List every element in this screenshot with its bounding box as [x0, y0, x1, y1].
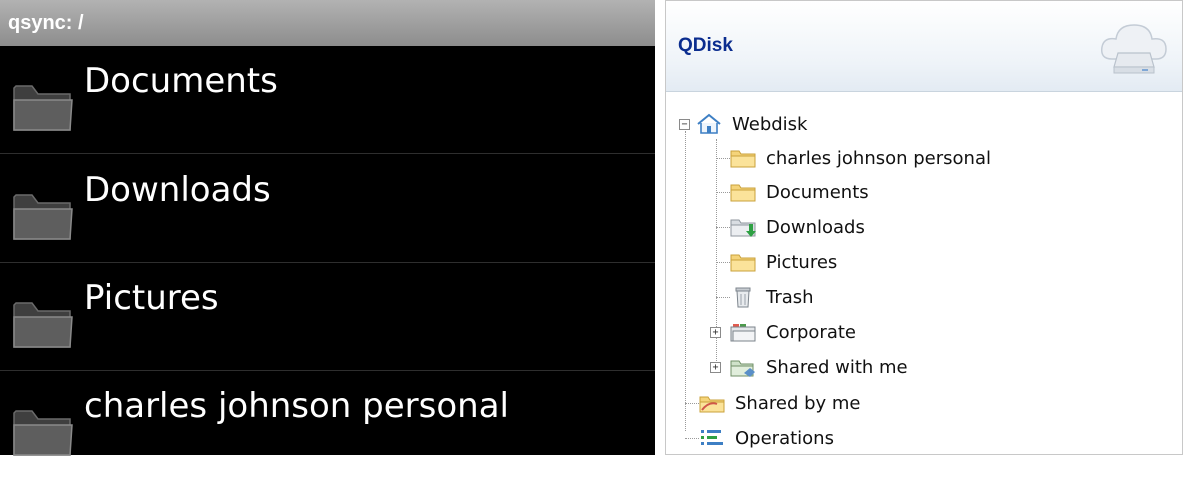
group-folder-icon: [730, 324, 756, 342]
qsync-path-title: qsync: /: [0, 0, 655, 46]
folder-icon: [13, 85, 73, 131]
collapse-toggle[interactable]: −: [679, 119, 690, 130]
folder-icon: [13, 410, 73, 456]
tree-node-documents[interactable]: Documents: [730, 175, 869, 209]
tree-node-shared-by-me[interactable]: Shared by me: [699, 386, 861, 420]
list-item-label: Downloads: [84, 170, 271, 210]
home-icon: [697, 113, 721, 134]
folder-tree: − Webdisk charles johnson personal Docum…: [666, 91, 1182, 456]
qdisk-panel: QDisk − Webdisk charles johnson personal…: [665, 0, 1183, 455]
tree-node-label: Shared with me: [766, 356, 908, 378]
tree-node-label: Shared by me: [735, 392, 861, 414]
tree-node-shared-with-me[interactable]: Shared with me: [730, 350, 908, 384]
folder-icon: [730, 254, 756, 272]
tree-line: [685, 438, 699, 439]
tree-line: [716, 297, 730, 298]
tree-node-label: Operations: [735, 427, 834, 449]
shared-by-me-icon: [699, 396, 725, 413]
tree-line: [685, 403, 699, 404]
list-item-label: Documents: [84, 61, 278, 101]
qsync-file-browser: qsync: / Documents Downloads Pictures ch…: [0, 0, 655, 456]
qdisk-header: QDisk: [666, 1, 1182, 92]
list-item-documents[interactable]: Documents: [0, 46, 655, 154]
tree-node-label: Webdisk: [732, 113, 808, 135]
list-item-downloads[interactable]: Downloads: [0, 155, 655, 263]
list-item-label: Pictures: [84, 278, 219, 318]
trash-icon: [735, 287, 751, 308]
folder-icon: [13, 302, 73, 348]
tree-node-label: Pictures: [766, 251, 838, 273]
list-item-label: charles johnson personal: [84, 386, 509, 426]
download-folder-icon: [730, 219, 756, 237]
shared-with-me-icon: [730, 360, 755, 377]
tree-line: [716, 227, 730, 228]
tree-node-label: Trash: [766, 286, 814, 308]
tree-line: [716, 158, 730, 159]
expand-toggle[interactable]: +: [710, 327, 721, 338]
folder-icon: [730, 184, 756, 202]
tree-node-corporate[interactable]: Corporate: [730, 315, 856, 349]
tree-node-trash[interactable]: Trash: [730, 280, 814, 314]
operations-list-icon: [701, 430, 723, 445]
folder-icon: [730, 150, 756, 168]
tree-node-label: charles johnson personal: [766, 147, 991, 169]
tree-node-operations[interactable]: Operations: [699, 421, 834, 455]
expand-toggle[interactable]: +: [710, 362, 721, 373]
tree-node-charles-johnson-personal[interactable]: charles johnson personal: [730, 141, 991, 175]
tree-line: [716, 262, 730, 263]
qdisk-title: QDisk: [678, 35, 733, 56]
tree-node-label: Documents: [766, 181, 869, 203]
folder-icon: [13, 194, 73, 240]
tree-node-pictures[interactable]: Pictures: [730, 245, 837, 279]
tree-node-label: Downloads: [766, 216, 865, 238]
tree-node-downloads[interactable]: Downloads: [730, 210, 865, 244]
tree-node-label: Corporate: [766, 321, 856, 343]
list-item-charles-johnson-personal[interactable]: charles johnson personal: [0, 371, 655, 479]
list-item-pictures[interactable]: Pictures: [0, 263, 655, 371]
tree-line: [685, 131, 686, 431]
tree-line: [716, 192, 730, 193]
cloud-disk-icon: [1100, 24, 1167, 74]
tree-node-webdisk[interactable]: Webdisk: [696, 107, 807, 141]
